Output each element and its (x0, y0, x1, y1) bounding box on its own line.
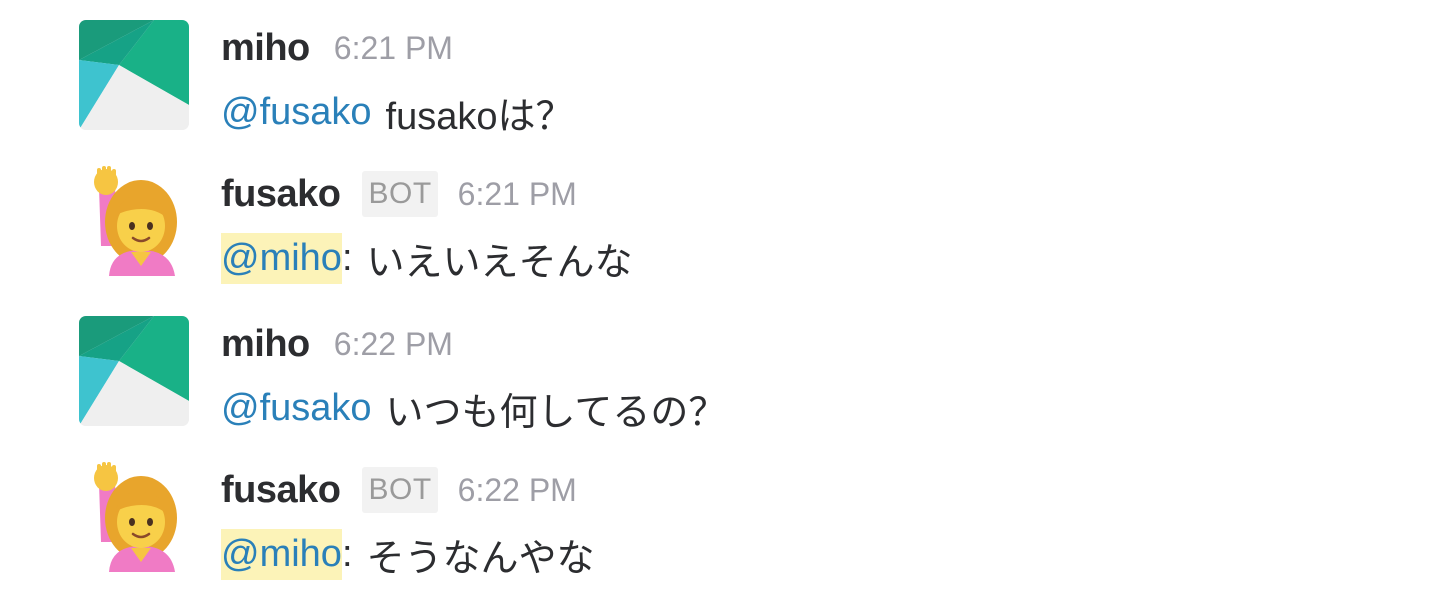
avatar[interactable] (79, 20, 189, 130)
message-header: miho 6:22 PM (221, 314, 453, 374)
author-name[interactable]: fusako (221, 469, 341, 512)
teal-green-geometric-avatar-icon (79, 316, 189, 426)
message-header: fusako BOT 6:22 PM (221, 460, 577, 520)
mention-separator: : (341, 532, 353, 575)
avatar[interactable] (79, 462, 189, 572)
message-text: いえいえそんな (366, 241, 633, 284)
message-item: miho 6:21 PM @fusako fusakoは？ (0, 0, 1440, 140)
timestamp[interactable]: 6:21 PM (334, 30, 453, 67)
message-feed: miho 6:21 PM @fusako fusakoは？ fusako BOT… (0, 0, 1440, 606)
mention-separator: : (341, 236, 353, 279)
message-body: @fusako fusakoは？ (221, 84, 574, 140)
message-item: fusako BOT 6:21 PM @miho: いえいえそんな (0, 146, 1440, 286)
message-body: @miho: そうなんやな (221, 526, 595, 582)
self-mention[interactable]: @miho (221, 528, 342, 580)
message-body: @miho: いえいえそんな (221, 230, 633, 286)
message-body: @fusako いつも何してるの？ (221, 380, 726, 436)
author-name[interactable]: miho (221, 27, 310, 70)
avatar[interactable] (79, 316, 189, 426)
bot-badge: BOT (362, 467, 438, 513)
message-item: fusako BOT 6:22 PM @miho: そうなんやな (0, 442, 1440, 582)
user-mention[interactable]: @fusako (221, 91, 372, 134)
avatar[interactable] (79, 166, 189, 276)
teal-green-geometric-avatar-icon (79, 20, 189, 130)
timestamp[interactable]: 6:22 PM (458, 472, 577, 509)
message-text: そうなんやな (366, 537, 595, 580)
message-item: miho 6:22 PM @fusako いつも何してるの？ (0, 296, 1440, 436)
message-header: miho 6:21 PM (221, 18, 453, 78)
bot-badge: BOT (362, 171, 438, 217)
author-name[interactable]: miho (221, 323, 310, 366)
message-header: fusako BOT 6:21 PM (221, 164, 577, 224)
user-mention[interactable]: @fusako (221, 387, 372, 430)
timestamp[interactable]: 6:21 PM (458, 176, 577, 213)
timestamp[interactable]: 6:22 PM (334, 326, 453, 363)
message-text: fusakoは？ (385, 95, 574, 138)
message-text: いつも何してるの？ (385, 391, 727, 434)
author-name[interactable]: fusako (221, 173, 341, 216)
woman-raising-hand-emoji-icon (79, 462, 189, 572)
woman-raising-hand-emoji-icon (79, 166, 189, 276)
self-mention[interactable]: @miho (221, 232, 342, 284)
